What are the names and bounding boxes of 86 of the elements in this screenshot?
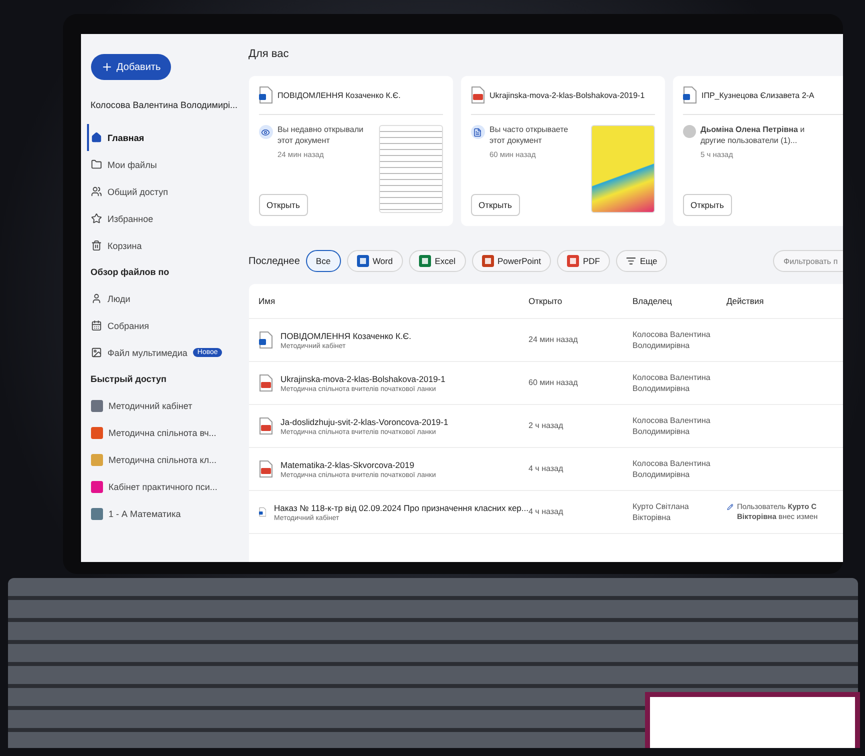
- document-icon: [470, 125, 484, 139]
- file-name: ПОВІДОМЛЕННЯ Козаченко К.Є.: [280, 330, 412, 340]
- folder-icon: [90, 159, 102, 170]
- pdf-file-icon: [470, 86, 484, 104]
- file-name: Ukrajinska-mova-2-klas-Bolshakova-2019-1: [280, 374, 446, 384]
- section-heading: Для вас: [248, 48, 290, 60]
- nav-item[interactable]: Главная: [86, 124, 240, 151]
- column-header[interactable]: Действия: [726, 296, 842, 306]
- nav-label: Файл мультимедиа: [108, 348, 188, 358]
- nav-item[interactable]: Общий доступ: [86, 178, 240, 205]
- word-file-icon: [258, 86, 272, 104]
- add-button[interactable]: Добавить: [90, 54, 171, 80]
- filter-chip[interactable]: Еще: [616, 250, 668, 272]
- nav-label: Методичний кабінет: [108, 400, 192, 410]
- avatar-icon: [682, 125, 696, 138]
- nav-label: Методична спільнота кл...: [108, 454, 216, 464]
- opened-time: 4 ч назад: [528, 463, 564, 475]
- owner-name: Колосова Валентина Володимирівна: [632, 458, 712, 480]
- pdf-file-icon: [258, 417, 272, 435]
- reason-text: Вы часто открываете этот документ: [490, 125, 570, 147]
- filter-icon: [626, 256, 636, 266]
- pencil-icon: [726, 502, 733, 512]
- word-file-icon: [258, 331, 272, 349]
- open-button[interactable]: Открыть: [470, 194, 520, 216]
- opened-time: 4 ч назад: [528, 506, 564, 518]
- quick-access-item[interactable]: Методична спільнота кл...: [86, 446, 240, 473]
- plus-icon: [100, 61, 112, 73]
- quick-access-item[interactable]: Кабінет практичного пси...: [86, 473, 240, 500]
- excel-icon: [418, 255, 431, 267]
- owner-name: Колосова Валентина Володимирівна: [632, 328, 712, 352]
- filter-chip[interactable]: PDF: [556, 250, 610, 272]
- nav-label: Кабінет практичного пси...: [108, 482, 218, 492]
- filter-chip[interactable]: Word: [346, 250, 403, 272]
- column-header[interactable]: Открыто: [528, 296, 632, 306]
- opened-time: 24 мин назад: [528, 334, 579, 346]
- filter-chip[interactable]: Excel: [408, 250, 466, 272]
- nav-item[interactable]: Избранное: [86, 205, 240, 232]
- people-icon: [90, 186, 102, 197]
- star-icon: [90, 213, 102, 224]
- reason-text: Вы недавно открывали этот документ: [278, 125, 364, 147]
- opened-time: 60 мин назад: [528, 377, 579, 389]
- filter-chip[interactable]: PowerPoint: [472, 250, 551, 272]
- calendar-icon: [90, 320, 102, 331]
- word-file-icon: [682, 86, 696, 104]
- quick-access-item[interactable]: Методична спільнота вч...: [86, 419, 240, 446]
- filter-chip[interactable]: Все: [306, 250, 341, 272]
- person-icon: [90, 293, 102, 304]
- owner-name: Курто Світлана Вікторівна: [632, 500, 690, 524]
- nav-label: Методична спільнота вч...: [108, 428, 216, 438]
- section-title: Обзор файлов по: [90, 267, 170, 277]
- column-header[interactable]: Имя: [258, 296, 528, 306]
- nav-item[interactable]: Мои файлы: [86, 151, 240, 178]
- file-name: ІПР_Кузнецова Єлизавета 2-А: [702, 90, 814, 100]
- nav-label: Собрания: [108, 320, 150, 330]
- file-name: ПОВІДОМЛЕННЯ Козаченко К.Є.: [278, 90, 401, 100]
- file-name: Matematika-2-klas-Skvorcova-2019: [280, 460, 416, 470]
- file-name: Наказ № 118-к-тр від 02.09.2024 Про призначення класних кер...: [274, 502, 528, 512]
- nav-label: 1 - А Математика: [108, 508, 181, 518]
- section-heading: Последнее: [248, 256, 300, 266]
- filter-field[interactable]: Фильтровать п: [772, 250, 842, 272]
- powerpoint-icon: [482, 255, 494, 267]
- open-button[interactable]: Открыть: [258, 194, 308, 216]
- pdf-file-icon: [258, 374, 272, 392]
- file-name: Ukrajinska-mova-2-klas-Bolshakova-2019-1: [490, 90, 645, 100]
- reason-text: Дьоміна Олена Петрівна и другие пользователи (1)...: [700, 125, 806, 147]
- owner-name: Колосова Валентина Володимирівна: [632, 372, 712, 394]
- open-button[interactable]: Открыть: [682, 194, 732, 216]
- pdf-file-icon: [258, 460, 272, 478]
- pdf-icon: [566, 255, 579, 267]
- nav-label: Люди: [108, 294, 130, 304]
- word-icon: [356, 255, 369, 267]
- nav-item[interactable]: Люди: [86, 285, 240, 312]
- nav-item[interactable]: Корзина: [86, 232, 240, 259]
- opened-time: 2 ч назад: [528, 420, 564, 432]
- quick-access-item[interactable]: 1 - А Математика: [86, 500, 240, 527]
- image-icon: [90, 347, 102, 358]
- column-header[interactable]: Владелец: [632, 296, 726, 306]
- home-icon: [90, 132, 102, 143]
- section-title: Быстрый доступ: [90, 374, 168, 384]
- trash-icon: [90, 240, 102, 251]
- user-name: Колосова Валентина Володимирі...: [90, 100, 239, 110]
- nav-item[interactable]: Собрания: [86, 312, 240, 339]
- file-name: Ja-doslidzhuju-svit-2-klas-Voroncova-2019-1: [280, 416, 448, 426]
- quick-access-item[interactable]: Методичний кабінет: [86, 392, 240, 419]
- owner-name: Колосова Валентина Володимирівна: [632, 414, 712, 438]
- eye-icon: [258, 125, 272, 139]
